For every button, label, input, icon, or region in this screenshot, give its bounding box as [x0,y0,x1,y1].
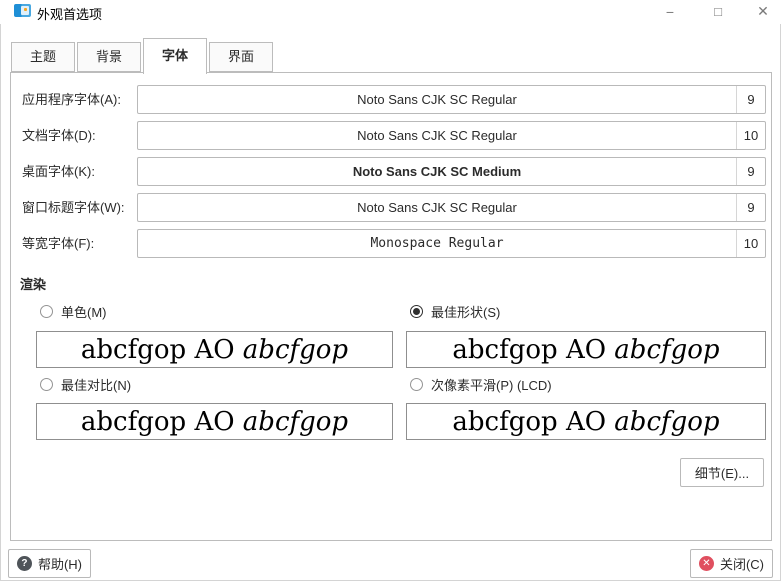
help-icon: ? [17,556,32,571]
radio-label: 单色(M) [61,302,107,321]
radio-icon [40,305,53,318]
radio-best-contrast[interactable]: 最佳对比(N) [40,376,131,392]
font-size-value: 10 [736,122,765,149]
radio-label: 最佳对比(N) [61,375,131,394]
font-size-value: 9 [736,86,765,113]
rendering-section-label: 渲染 [20,274,46,293]
sample-text-italic: abcfgop [614,335,719,365]
details-button[interactable]: 细节(E)... [680,458,764,487]
radio-label: 最佳形状(S) [431,302,500,321]
app-icon [14,4,31,17]
font-size-value: 9 [736,158,765,185]
close-button[interactable]: ✕ 关闭(C) [690,549,773,578]
font-picker-window-title[interactable]: Noto Sans CJK SC Regular 9 [137,193,766,222]
sample-text-regular: abcfgop AO [452,335,614,365]
radio-best-shapes[interactable]: 最佳形状(S) [410,303,500,319]
radio-subpixel-lcd[interactable]: 次像素平滑(P) (LCD) [410,376,552,392]
sample-text-regular: abcfgop AO [81,335,243,365]
radio-icon [40,378,53,391]
sample-text-regular: abcfgop AO [81,407,243,437]
application-font-label: 应用程序字体(A): [22,85,121,114]
radio-icon [410,305,423,318]
font-picker-desktop[interactable]: Noto Sans CJK SC Medium 9 [137,157,766,186]
font-name: Noto Sans CJK SC Medium [138,164,736,179]
tab-fonts[interactable]: 字体 [143,38,207,74]
font-name: Monospace Regular [138,236,736,251]
font-sample-best-shapes: abcfgop AO abcfgop [406,331,766,368]
maximize-icon[interactable]: □ [705,0,731,23]
help-button[interactable]: ? 帮助(H) [8,549,91,578]
font-sample-subpixel: abcfgop AO abcfgop [406,403,766,440]
font-sample-best-contrast: abcfgop AO abcfgop [36,403,393,440]
appearance-preferences-window: 外观首选项 − □ ✕ 主题 背景 字体 界面 应用程序字体(A): Noto … [0,0,781,581]
font-size-value: 10 [736,230,765,257]
radio-monochrome[interactable]: 单色(M) [40,303,107,319]
app-icon-dot [24,8,27,11]
font-picker-document[interactable]: Noto Sans CJK SC Regular 10 [137,121,766,150]
font-picker-application[interactable]: Noto Sans CJK SC Regular 9 [137,85,766,114]
sample-text-italic: abcfgop [243,407,348,437]
font-name: Noto Sans CJK SC Regular [138,128,736,143]
radio-icon [410,378,423,391]
font-name: Noto Sans CJK SC Regular [138,92,736,107]
radio-label: 次像素平滑(P) (LCD) [431,375,552,394]
font-size-value: 9 [736,194,765,221]
font-picker-monospace[interactable]: Monospace Regular 10 [137,229,766,258]
close-window-icon[interactable]: ✕ [750,0,776,23]
tab-background[interactable]: 背景 [77,42,141,72]
minimize-icon[interactable]: − [657,0,683,23]
sample-text-italic: abcfgop [614,407,719,437]
close-button-label: 关闭(C) [720,554,764,573]
tab-interface[interactable]: 界面 [209,42,273,72]
font-name: Noto Sans CJK SC Regular [138,200,736,215]
desktop-font-label: 桌面字体(K): [22,157,95,186]
monospace-font-label: 等宽字体(F): [22,229,94,258]
font-sample-monochrome: abcfgop AO abcfgop [36,331,393,368]
sample-text-regular: abcfgop AO [452,407,614,437]
sample-text-italic: abcfgop [243,335,348,365]
tab-theme[interactable]: 主题 [11,42,75,72]
titlebar: 外观首选项 − □ ✕ [0,0,781,24]
document-font-label: 文档字体(D): [22,121,96,150]
help-button-label: 帮助(H) [38,554,82,573]
window-title: 外观首选项 [37,4,102,23]
close-icon: ✕ [699,556,714,571]
window-title-font-label: 窗口标题字体(W): [22,193,125,222]
